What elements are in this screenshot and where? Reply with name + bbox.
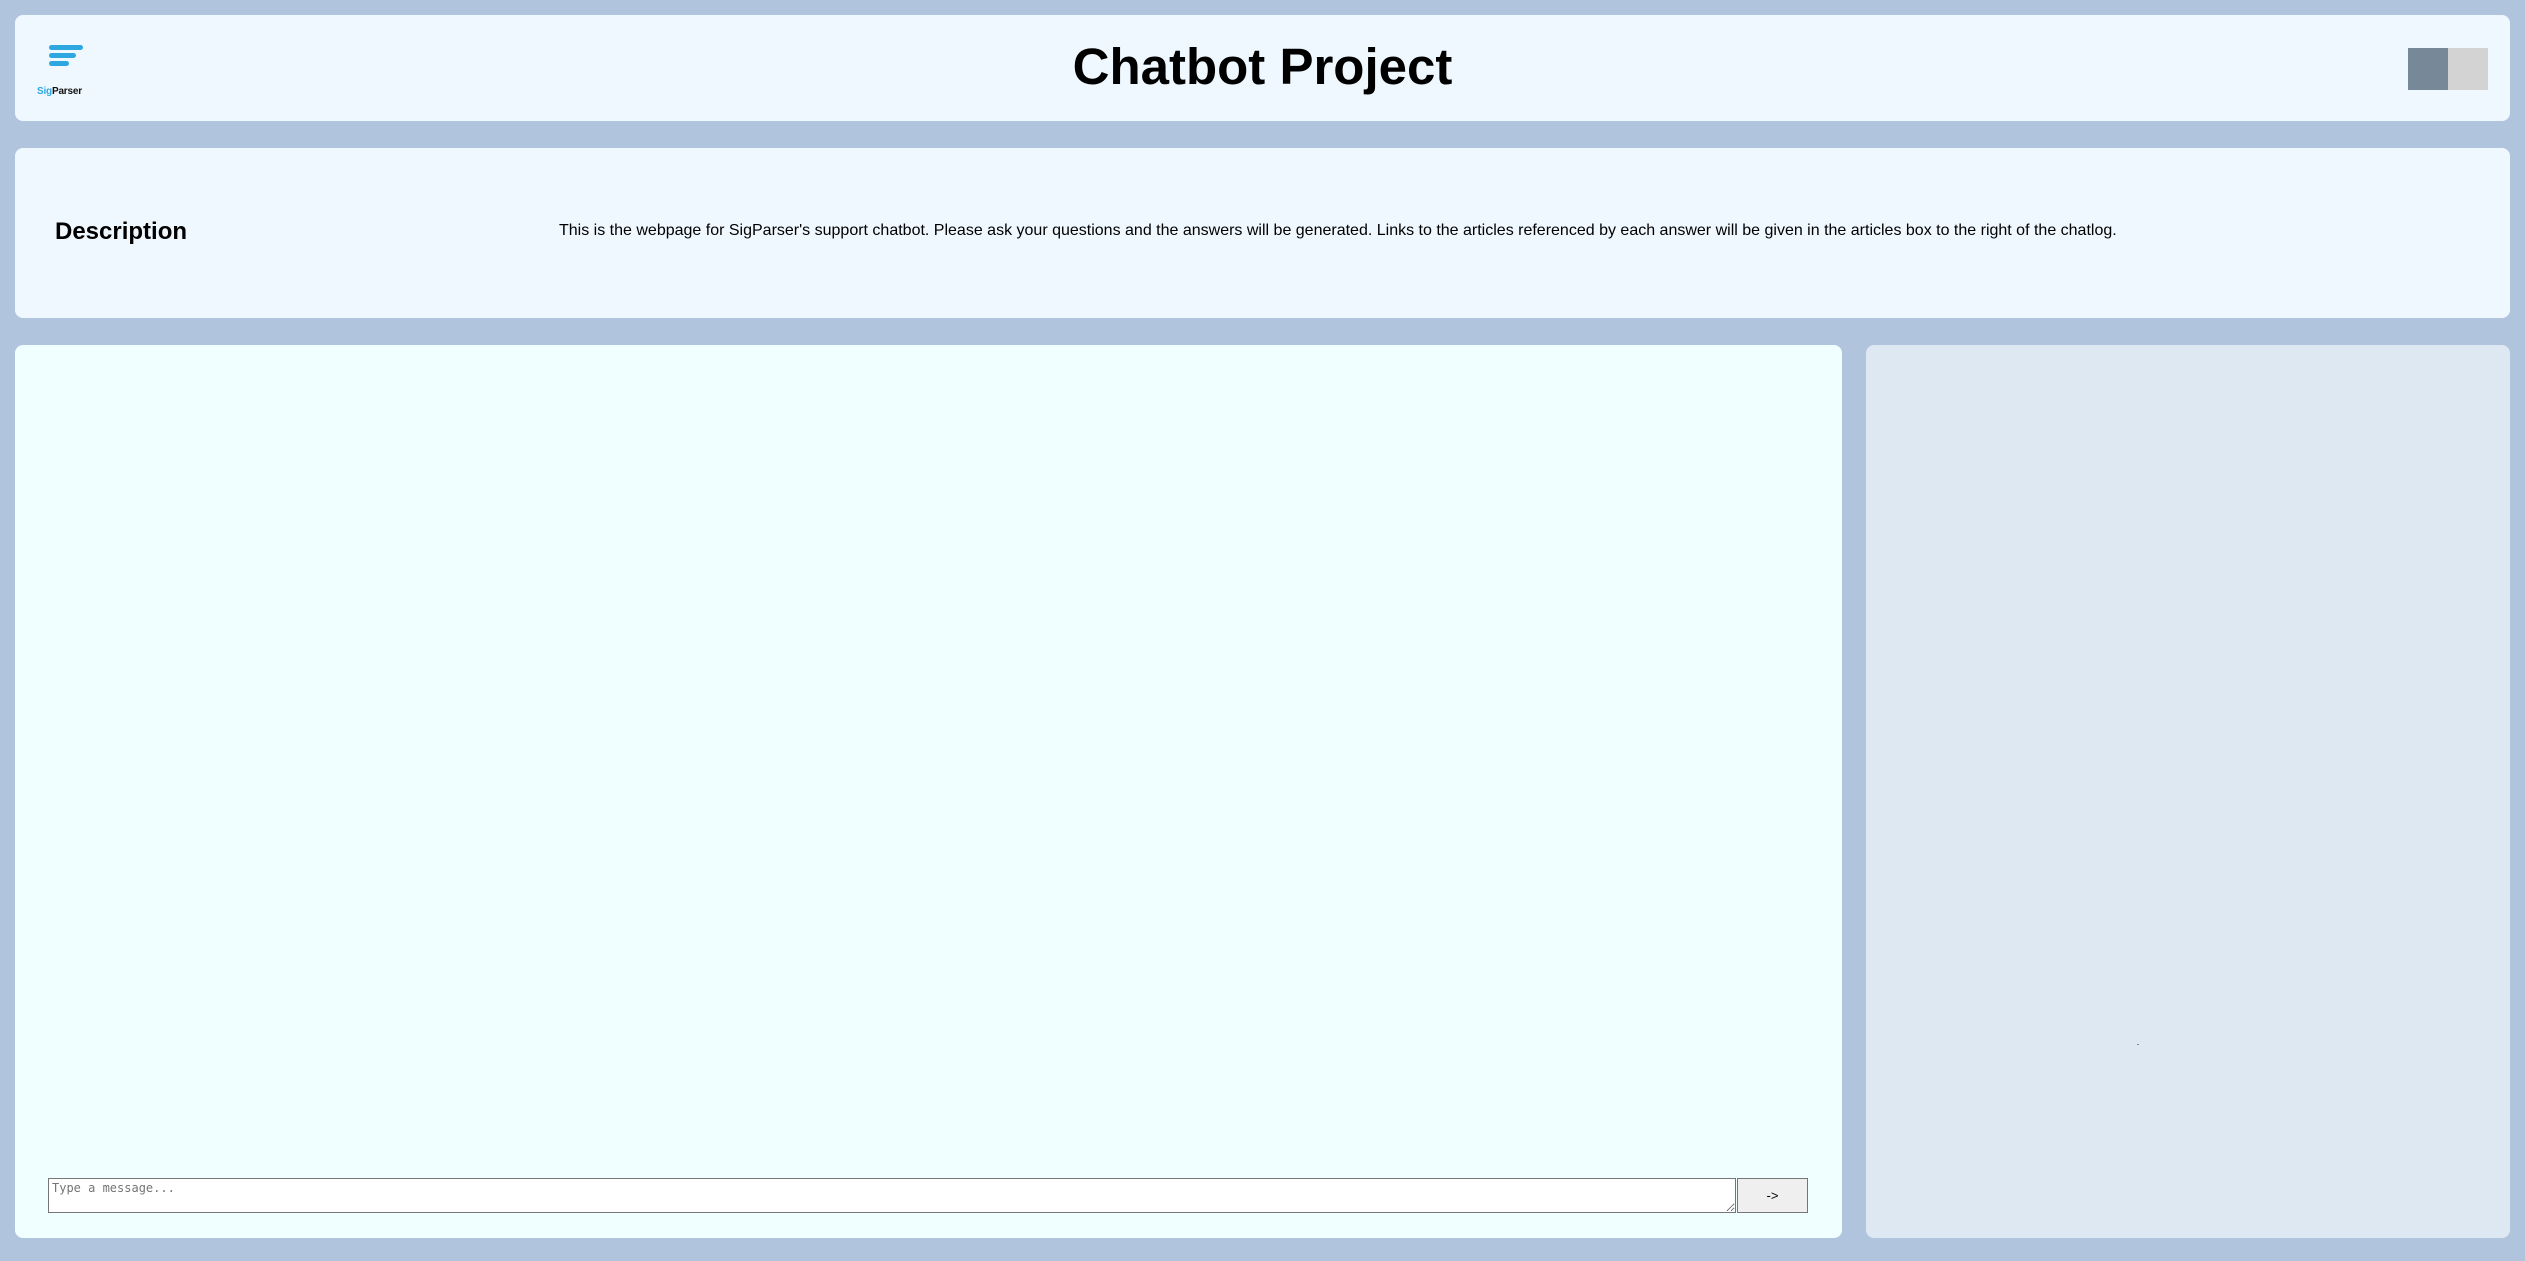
theme-toggle-button[interactable] (2408, 48, 2488, 90)
message-input[interactable] (48, 1178, 1736, 1213)
theme-toggle-dark-half[interactable] (2408, 48, 2448, 90)
chat-panel: -> (15, 345, 1842, 1238)
description-panel: Description This is the webpage for SigP… (15, 148, 2510, 318)
description-text: This is the webpage for SigParser's supp… (559, 222, 2117, 239)
theme-toggle-light-half[interactable] (2448, 48, 2488, 90)
page-title: Chatbot Project (1072, 38, 1453, 95)
description-heading: Description (55, 218, 188, 245)
articles-panel (1866, 345, 2510, 1238)
send-button[interactable]: -> (1737, 1178, 1808, 1213)
articles-placeholder-dot (2137, 1044, 2139, 1045)
chat-log[interactable] (48, 365, 1808, 1195)
header-bar: SigParser Chatbot Project (15, 15, 2510, 121)
